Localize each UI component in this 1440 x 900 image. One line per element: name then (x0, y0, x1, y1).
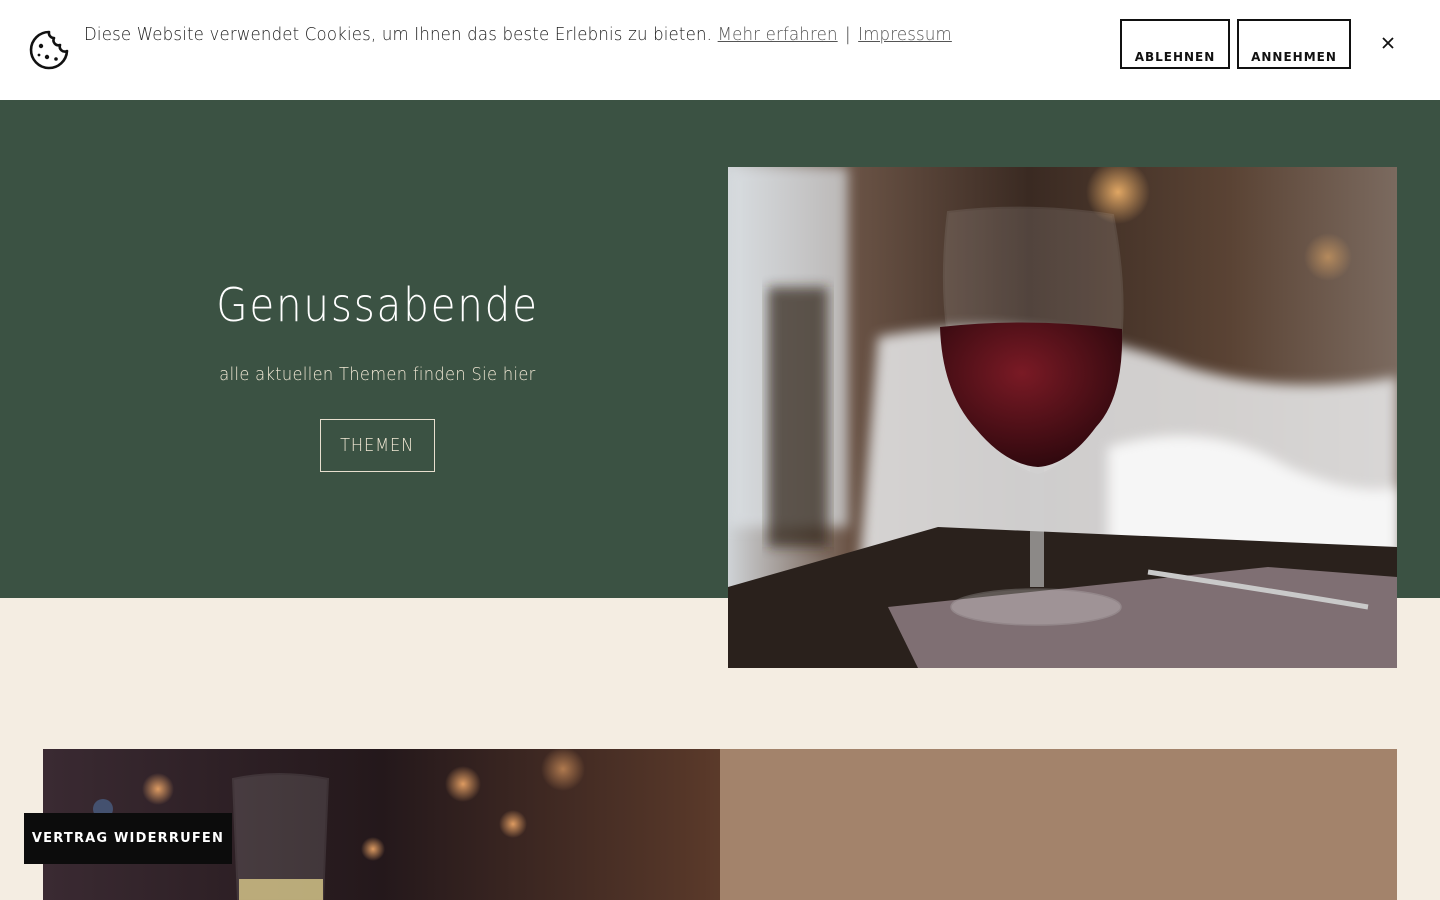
close-icon[interactable] (1378, 33, 1398, 53)
revoke-contract-button[interactable]: VERTRAG WIDERRUFEN (24, 813, 232, 864)
themes-button[interactable]: THEMEN (320, 419, 435, 472)
accept-cookies-button[interactable]: ANNEHMEN (1237, 19, 1351, 69)
taupe-content-panel (720, 749, 1397, 900)
hero-title: Genussabende (216, 278, 539, 332)
cookie-banner: Diese Website verwendet Cookies, um Ihne… (0, 0, 1440, 100)
wine-glass-illustration (728, 167, 1397, 668)
themes-button-label: THEMEN (340, 435, 415, 456)
decline-cookies-button[interactable]: ABLEHNEN (1120, 19, 1230, 69)
link-separator: | (845, 24, 851, 45)
hero-subtitle: alle aktuellen Themen finden Sie hier (219, 364, 536, 385)
wine-glass-image (728, 167, 1397, 668)
cookie-message: Diese Website verwendet Cookies, um Ihne… (84, 24, 713, 45)
imprint-link[interactable]: Impressum (858, 24, 952, 45)
learn-more-link[interactable]: Mehr erfahren (718, 24, 838, 45)
cookie-message-row: Diese Website verwendet Cookies, um Ihne… (84, 22, 952, 48)
cookie-icon (29, 30, 69, 70)
